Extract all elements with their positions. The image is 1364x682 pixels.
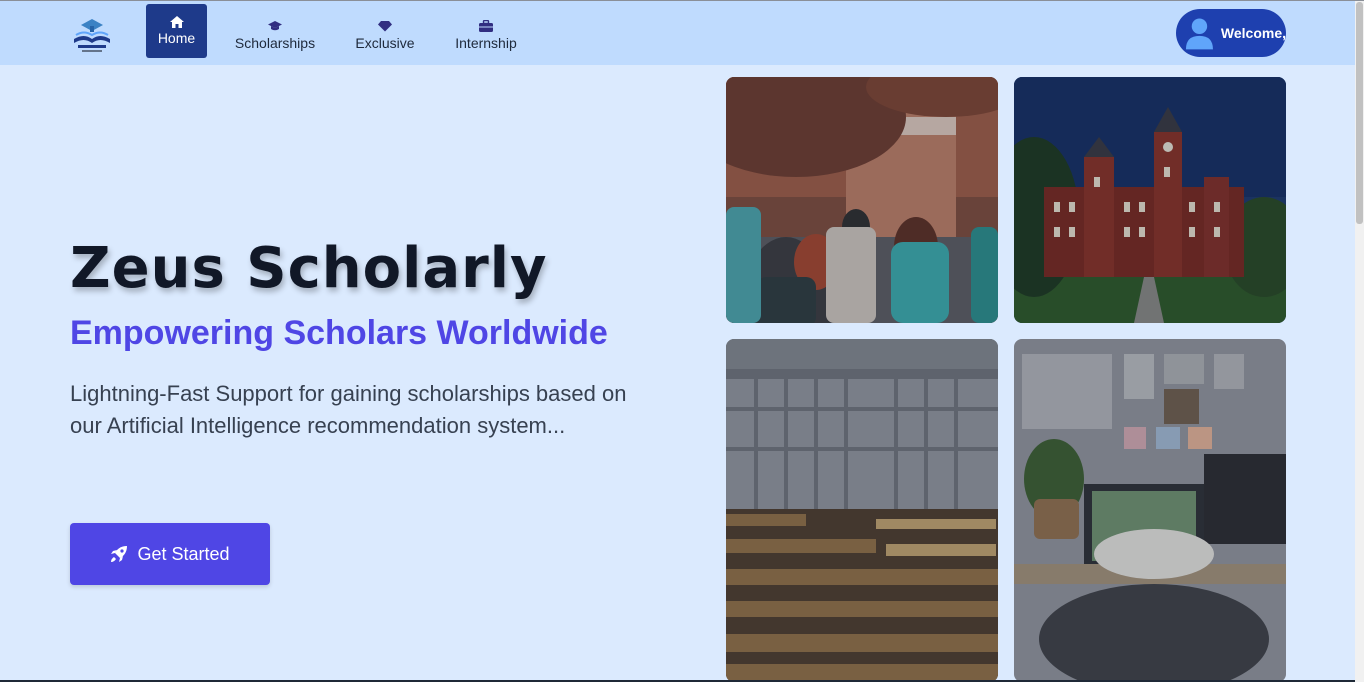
graduation-cap-icon (268, 20, 282, 30)
scrollbar-thumb[interactable] (1356, 2, 1363, 224)
hero-subtitle: Empowering Scholars Worldwide (70, 314, 608, 352)
brand-logo[interactable] (70, 17, 114, 57)
library-bookshelves-photo (726, 339, 998, 682)
gem-icon (378, 20, 392, 31)
get-started-label: Get Started (137, 543, 230, 564)
nav-item-scholarships[interactable]: Scholarships (230, 4, 320, 58)
user-avatar-icon (1185, 18, 1213, 50)
hero-title: Zeus Scholarly (70, 236, 548, 301)
briefcase-icon (479, 19, 493, 32)
welcome-label: Welcome, (1220, 25, 1286, 41)
university-building-photo (1014, 77, 1286, 323)
nav-item-internship[interactable]: Internship (450, 4, 522, 58)
students-walking-photo (726, 77, 998, 323)
hero-description: Lightning-Fast Support for gaining schol… (70, 381, 627, 438)
study-desk-photo (1014, 339, 1286, 682)
nav-item-label: Scholarships (234, 34, 316, 51)
navbar: Home Scholarships Exclusive Internship W… (0, 1, 1355, 65)
welcome-user-button[interactable]: Welcome, (1176, 9, 1286, 57)
get-started-button[interactable]: Get Started (70, 523, 270, 585)
nav-item-label: Internship (455, 34, 517, 51)
rocket-icon (111, 546, 128, 562)
nav-item-home[interactable]: Home (146, 4, 207, 58)
nav-item-label: Home (157, 30, 196, 46)
nav-item-exclusive[interactable]: Exclusive (350, 4, 420, 58)
home-icon (169, 16, 184, 28)
nav-item-label: Exclusive (355, 34, 415, 51)
